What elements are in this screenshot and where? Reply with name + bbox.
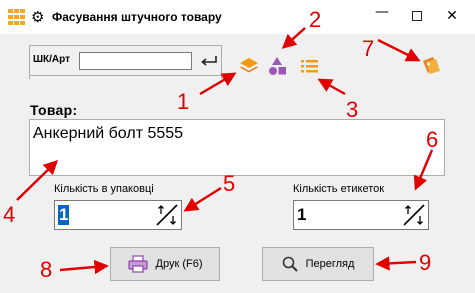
- labels-qty-stepper-icon[interactable]: [401, 202, 427, 228]
- enter-return-icon[interactable]: [200, 55, 218, 67]
- gear-icon[interactable]: ⚙: [31, 8, 44, 26]
- annotation-1: 1: [177, 89, 190, 114]
- annotation-2: 2: [309, 7, 322, 32]
- annotation-3: 3: [346, 97, 359, 122]
- labels-qty-value: 1: [297, 205, 307, 224]
- goods-label: Товар:: [30, 102, 78, 118]
- search-icon: [282, 256, 298, 272]
- annotation-5: 5: [223, 171, 236, 196]
- barcode-panel: ШК/Арт: [29, 45, 222, 76]
- title-bar: ⚙ Фасування штучного товару — ✕: [0, 0, 475, 34]
- barcode-label: ШК/Арт: [33, 54, 71, 65]
- annotation-8: 8: [40, 257, 53, 282]
- annotation-4: 4: [3, 202, 16, 227]
- pack-qty-field[interactable]: 1: [54, 200, 182, 230]
- labels-qty-label: Кількість етикеток: [293, 183, 385, 195]
- labels-qty-field[interactable]: 1: [293, 200, 429, 230]
- annotation-9: 9: [419, 250, 432, 275]
- barcode-panel-extension: [29, 75, 222, 79]
- pack-qty-value: 1: [58, 205, 70, 225]
- minimize-button[interactable]: —: [370, 2, 394, 22]
- pack-qty-stepper-icon[interactable]: [154, 202, 180, 228]
- tag-icon[interactable]: [420, 54, 442, 76]
- preview-button[interactable]: Перегляд: [262, 247, 374, 281]
- barcode-input[interactable]: [79, 52, 192, 70]
- printer-icon: [127, 255, 148, 273]
- maximize-icon: [412, 11, 422, 21]
- preview-button-label: Перегляд: [305, 257, 355, 270]
- list-icon[interactable]: [299, 55, 321, 77]
- layers-icon[interactable]: [238, 55, 260, 77]
- window-title: Фасування штучного товару: [52, 10, 222, 24]
- app-grid-icon: [8, 9, 25, 25]
- shapes-icon[interactable]: [266, 55, 288, 77]
- close-button[interactable]: ✕: [440, 6, 464, 26]
- goods-value: Анкерний болт 5555: [33, 125, 184, 142]
- maximize-button[interactable]: [405, 6, 429, 26]
- pack-qty-label: Кількість в упаковці: [54, 183, 154, 195]
- goods-field[interactable]: Анкерний болт 5555: [29, 119, 445, 176]
- annotation-6: 6: [426, 127, 439, 152]
- annotation-7: 7: [362, 36, 375, 61]
- print-button[interactable]: Друк (F6): [110, 247, 220, 281]
- print-button-label: Друк (F6): [155, 257, 203, 270]
